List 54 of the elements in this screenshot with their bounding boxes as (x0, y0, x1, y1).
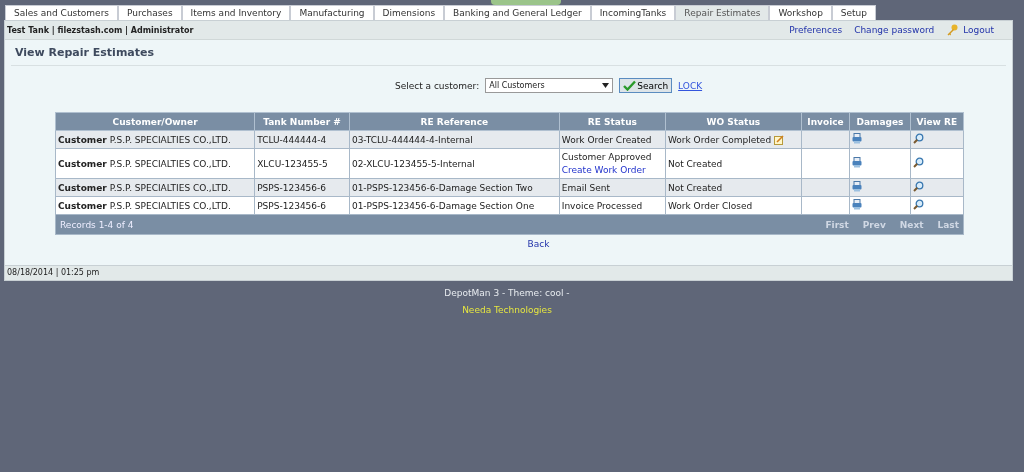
edit-icon[interactable] (774, 134, 785, 145)
search-button[interactable]: Search (619, 78, 673, 93)
printer-icon[interactable] (852, 181, 863, 192)
column-header: RE Reference (349, 112, 560, 131)
date-time: 08/18/2014 | 01:25 pm (7, 268, 100, 277)
menu-tab[interactable]: Manufacturing (290, 5, 374, 20)
page-title: View Repair Estimates (11, 40, 1006, 66)
magnifier-icon[interactable] (912, 199, 924, 210)
lock-link[interactable]: LOCK (678, 80, 703, 91)
column-header: RE Status (559, 112, 666, 131)
table-cell: XLCU-123455-5 (254, 148, 350, 179)
menu-tab[interactable]: IncomingTanks (590, 5, 676, 20)
menu-tab[interactable]: Repair Estimates (675, 5, 770, 20)
key-icon (946, 24, 959, 36)
column-header: Damages (849, 112, 911, 131)
printer-icon[interactable] (852, 133, 863, 144)
wo-status-text: Work Order Closed (667, 200, 753, 211)
filter-label: Select a customer: (394, 80, 480, 91)
printer-icon[interactable] (852, 157, 863, 168)
top-handle (491, 0, 561, 5)
company-link[interactable]: Needa Technologies (462, 305, 552, 315)
menu-tab[interactable]: Sales and Customers (5, 5, 118, 20)
wo-status-text: Not Created (667, 182, 723, 193)
magnifier-icon[interactable] (912, 157, 924, 168)
column-header: Invoice (801, 112, 850, 131)
menu-tab[interactable]: Purchases (118, 5, 182, 20)
checkmark-icon (623, 80, 637, 91)
menu-tab[interactable]: Setup (831, 5, 877, 20)
magnifier-icon[interactable] (912, 181, 924, 192)
magnifier-icon[interactable] (912, 133, 924, 144)
column-header: Tank Number # (254, 112, 350, 131)
table-cell: Customer P.S.P. SPECIALTIES CO.,LTD. (55, 148, 255, 179)
table-cell: 02-XLCU-123455-5-Internal (349, 148, 560, 179)
create-work-order-link[interactable]: Create Work Order (561, 165, 663, 175)
menu-tab[interactable]: Items and Inventory (181, 5, 291, 20)
status-text: Customer Approved (561, 152, 653, 162)
menu-tab[interactable]: Dimensions (373, 5, 445, 20)
back-link[interactable]: Back (527, 239, 550, 249)
column-header: WO Status (665, 112, 802, 131)
records-count: Records 1-4 of 4 (60, 219, 134, 230)
dropdown-arrow-icon[interactable] (602, 83, 610, 88)
customer-select[interactable]: All Customers (485, 78, 614, 93)
logout-link[interactable]: Logout (963, 25, 994, 35)
header-link[interactable]: Preferences (789, 25, 843, 35)
column-header: Customer/Owner (55, 112, 255, 131)
theme-text: DepotMan 3 - Theme: cool - (444, 288, 570, 298)
column-header: View RE (910, 112, 964, 131)
user-info: Test Tank | filezstash.com | Administrator (7, 25, 194, 35)
wo-status-text: Not Created (667, 158, 723, 169)
menu-tab[interactable]: Workshop (769, 5, 832, 20)
wo-status-text: Work Order Completed (667, 134, 772, 145)
menu-tab[interactable]: Banking and General Ledger (444, 5, 591, 20)
header-link[interactable]: Change password (854, 25, 935, 35)
printer-icon[interactable] (852, 199, 863, 210)
